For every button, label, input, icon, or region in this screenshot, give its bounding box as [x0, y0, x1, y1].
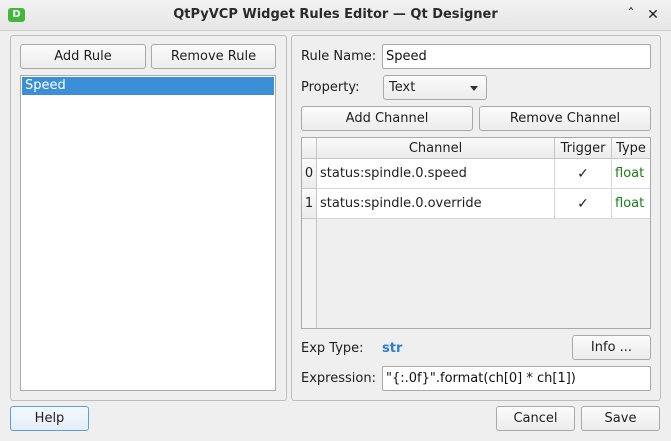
cancel-button[interactable]: Cancel	[496, 406, 575, 431]
channel-cell[interactable]: status:spindle.0.speed	[317, 159, 555, 189]
window-title: QtPyVCP Widget Rules Editor — Qt Designe…	[173, 7, 498, 22]
type-cell[interactable]: float	[612, 159, 650, 189]
expression-field[interactable]: "{:.0f}".format(ch[0] * ch[1])	[382, 366, 651, 391]
expression-label: Expression:	[301, 371, 376, 386]
minimize-icon[interactable]: ˆ	[623, 7, 639, 23]
chevron-down-icon	[470, 86, 478, 91]
rule-name-field[interactable]: Speed	[382, 44, 651, 69]
save-button[interactable]: Save	[581, 406, 660, 431]
property-select-value: Text	[389, 80, 416, 95]
rules-list[interactable]: Speed	[20, 75, 276, 391]
remove-channel-button[interactable]: Remove Channel	[479, 106, 651, 131]
property-label: Property:	[301, 80, 360, 95]
rule-name-label: Rule Name:	[301, 49, 377, 64]
add-rule-button[interactable]: Add Rule	[20, 44, 146, 69]
property-select[interactable]: Text	[383, 75, 487, 100]
remove-rule-button[interactable]: Remove Rule	[151, 44, 276, 69]
row-header[interactable]: 0	[302, 159, 317, 189]
trigger-checkbox[interactable]: ✓	[555, 159, 612, 189]
channel-column-header[interactable]: Channel	[317, 138, 555, 159]
title-bar: D QtPyVCP Widget Rules Editor — Qt Desig…	[0, 0, 671, 31]
type-column-header[interactable]: Type	[612, 138, 650, 159]
help-button[interactable]: Help	[10, 406, 89, 431]
row-header[interactable]: 1	[302, 189, 317, 219]
list-item[interactable]: Speed	[22, 77, 274, 95]
table-corner	[302, 138, 317, 159]
row-header-gutter	[302, 219, 317, 328]
add-channel-button[interactable]: Add Channel	[301, 106, 473, 131]
close-icon[interactable]: ✕	[645, 7, 661, 23]
type-cell[interactable]: float	[612, 189, 650, 219]
channel-table[interactable]: Channel Trigger Type 0 status:spindle.0.…	[301, 137, 651, 329]
info-button[interactable]: Info ...	[572, 335, 651, 360]
trigger-checkbox[interactable]: ✓	[555, 189, 612, 219]
exp-type-label: Exp Type:	[301, 341, 364, 356]
exp-type-value: str	[382, 341, 403, 356]
trigger-column-header[interactable]: Trigger	[555, 138, 612, 159]
channel-cell[interactable]: status:spindle.0.override	[317, 189, 555, 219]
